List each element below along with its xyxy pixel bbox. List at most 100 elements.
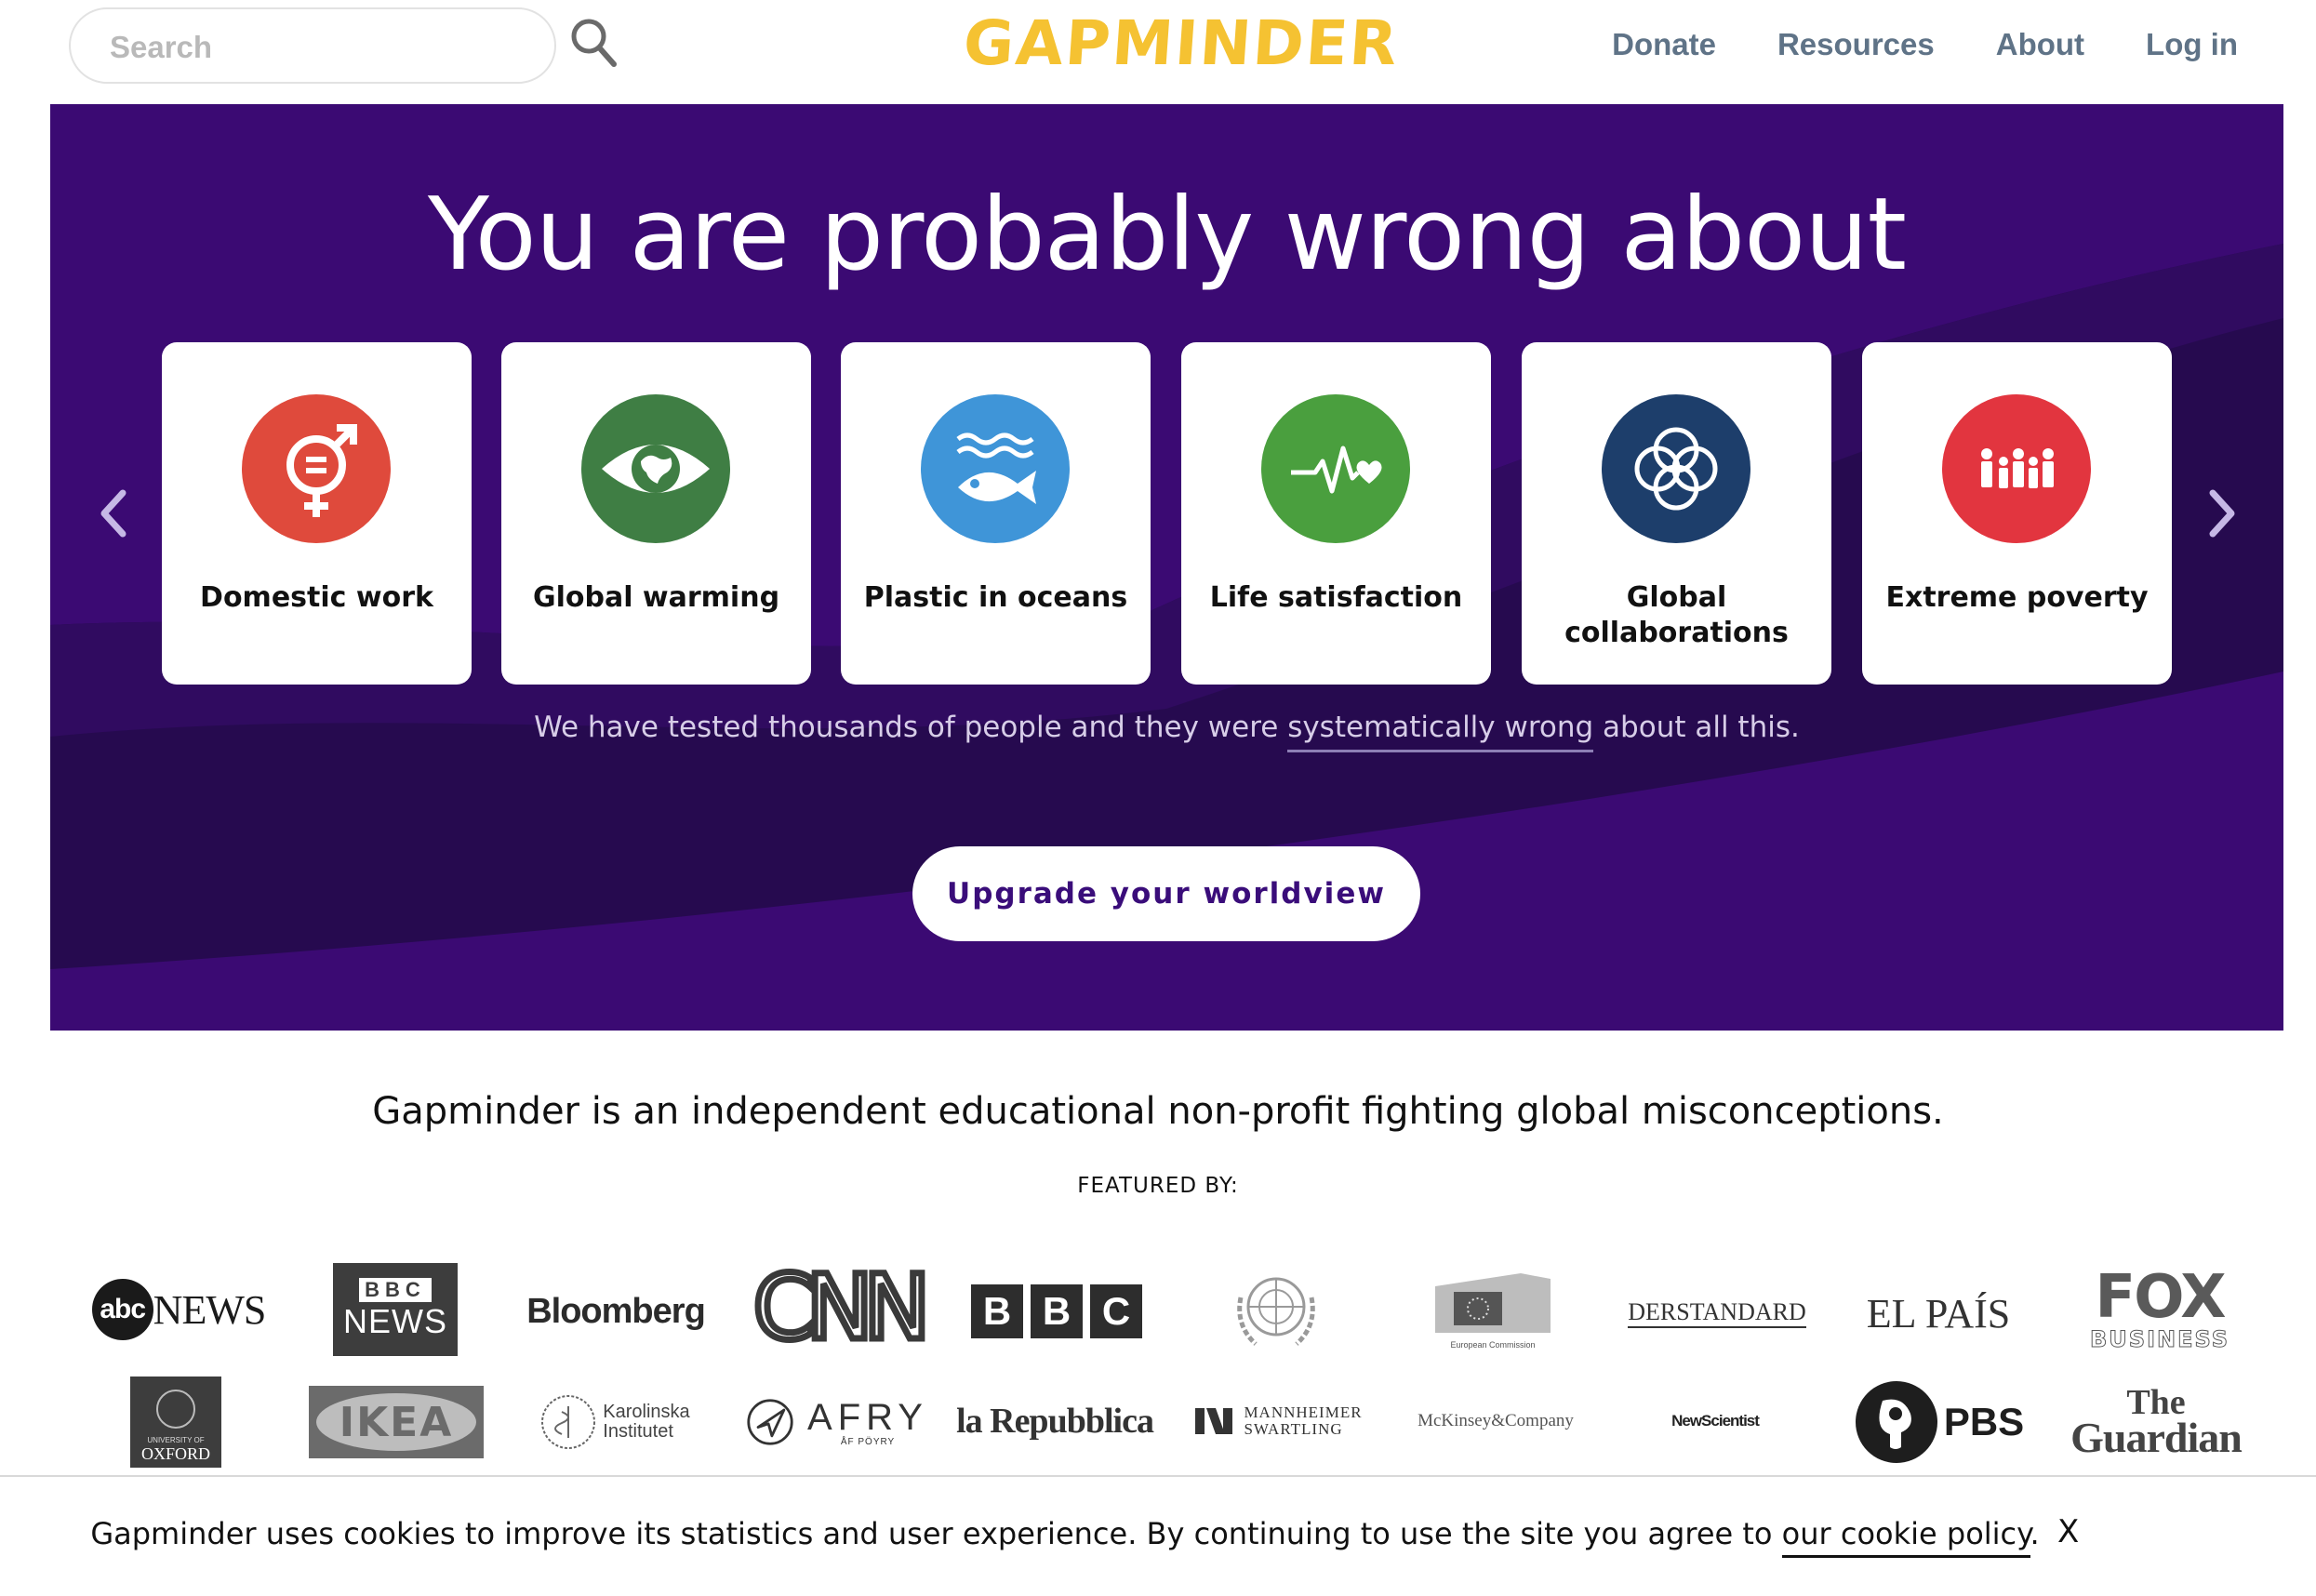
topic-card-extreme-poverty[interactable]: Extreme poverty — [1862, 342, 2172, 685]
un-emblem-icon — [1237, 1277, 1315, 1346]
card-label: Global collaborations — [1564, 581, 1789, 649]
card-label: Extreme poverty — [1885, 581, 2149, 614]
logo-united-nations[interactable] — [1218, 1259, 1334, 1358]
oxford-crest-icon — [156, 1390, 195, 1429]
ec-caption: European Commission — [1450, 1340, 1536, 1350]
hero-tagline: We have tested thousands of people and t… — [50, 711, 2283, 752]
nav-login[interactable]: Log in — [2146, 22, 2238, 67]
logo-bloomberg[interactable]: Bloomberg — [526, 1283, 706, 1339]
oxford-word: OXFORD — [140, 1444, 210, 1463]
mannheimer-line2: SWARTLING — [1244, 1420, 1343, 1438]
bloomberg-word: Bloomberg — [526, 1291, 706, 1331]
elpais-word: EL PAÍS — [1866, 1290, 2011, 1337]
logo-la-repubblica[interactable]: la Repubblica — [956, 1395, 1154, 1447]
karolinska-line2: Institutet — [603, 1421, 673, 1442]
mannheimer-text: MANNHEIMER SWARTLING — [1244, 1404, 1362, 1438]
card-label: Global warming — [532, 581, 780, 614]
karolinska-seal-icon — [541, 1395, 596, 1449]
afry-word: AFRY — [807, 1396, 928, 1438]
bbc-block: B — [971, 1284, 1023, 1338]
logo-bbc-news[interactable]: BBC NEWS — [333, 1263, 458, 1356]
climate-eye-icon — [581, 394, 730, 543]
family-icon — [1942, 394, 2091, 543]
newscientist-word: NewScientist — [1671, 1412, 1760, 1430]
logo-pbs[interactable]: PBS — [1851, 1380, 2028, 1464]
nav-donate[interactable]: Donate — [1612, 22, 1716, 67]
bbc-block: B — [1031, 1284, 1083, 1338]
cnn-word: CNN — [750, 1256, 934, 1360]
logo-wordmark: GAPMINDER — [961, 7, 1402, 79]
repubblica-word: la Repubblica — [956, 1402, 1154, 1441]
mannheimer-line1: MANNHEIMER — [1244, 1403, 1363, 1421]
logo-abc-news[interactable]: abc NEWS — [86, 1274, 272, 1345]
search-icon[interactable] — [569, 17, 618, 69]
heartbeat-icon — [1261, 394, 1410, 543]
logo-bbc[interactable]: B B C — [967, 1283, 1146, 1339]
search-box[interactable] — [69, 7, 556, 84]
main-nav: Donate Resources About Log in — [1612, 22, 2238, 67]
logo-derstandard[interactable]: DERSTANDARD — [1626, 1291, 1808, 1336]
logo-ikea[interactable]: IKEA — [309, 1386, 484, 1458]
logo-guardian[interactable]: The Guardian — [2063, 1385, 2249, 1461]
guardian-word: Guardian — [2070, 1414, 2243, 1461]
fox-word: FOX — [2095, 1263, 2226, 1332]
karolinska-line1: Karolinska — [603, 1402, 690, 1422]
gender-equality-icon — [242, 394, 391, 543]
mckinsey-word: McKinsey&Company — [1418, 1411, 1574, 1430]
logo-cnn[interactable]: CNN — [744, 1256, 934, 1360]
bbc-news-bottom: NEWS — [343, 1302, 447, 1340]
nav-resources[interactable]: Resources — [1777, 22, 1935, 67]
tagline-link[interactable]: systematically wrong — [1287, 711, 1594, 752]
fox-business-word: BUSINESS — [2090, 1326, 2229, 1352]
card-label: Domestic work — [200, 581, 433, 614]
logo-mannheimer-swartling[interactable]: MANNHEIMER SWARTLING — [1187, 1395, 1369, 1447]
topic-card-life-satisfaction[interactable]: Life satisfaction — [1181, 342, 1491, 685]
ikea-oval: IKEA — [316, 1393, 476, 1451]
afry-text: AFRY ÅF PÖYRY — [807, 1398, 928, 1447]
cookie-text: Gapminder uses cookies to improve its st… — [90, 1516, 1782, 1551]
logo-afry[interactable]: AFRY ÅF PÖYRY — [746, 1391, 928, 1453]
logo-karolinska[interactable]: Karolinska Institutet — [538, 1390, 692, 1455]
logo-mckinsey[interactable]: McKinsey&Company — [1404, 1401, 1587, 1442]
upgrade-worldview-button[interactable]: Upgrade your worldview — [912, 846, 1420, 941]
search-input[interactable] — [108, 26, 521, 69]
rings-icon — [1602, 394, 1750, 543]
topic-card-domestic-work[interactable]: Domestic work — [162, 342, 472, 685]
card-label: Life satisfaction — [1209, 581, 1463, 614]
logo-newscientist[interactable]: NewScientist — [1624, 1403, 1806, 1440]
hero-banner: You are probably wrong about Domestic wo… — [50, 104, 2283, 1031]
cookie-policy-link[interactable]: our cookie policy — [1781, 1516, 2030, 1558]
site-header: GAPMINDER Donate Resources About Log in — [0, 0, 2316, 104]
topic-card-global-collaborations[interactable]: Global collaborations — [1522, 342, 1831, 685]
tagline-text-end: about all this. — [1593, 711, 1800, 744]
cookie-message: Gapminder uses cookies to improve its st… — [0, 1516, 2130, 1558]
nav-about[interactable]: About — [1996, 22, 2084, 67]
topic-card-global-warming[interactable]: Global warming — [501, 342, 811, 685]
hero-title: You are probably wrong about — [427, 177, 1907, 293]
oxford-small: UNIVERSITY OF — [147, 1436, 205, 1444]
pbs-head-icon — [1855, 1381, 1937, 1463]
topic-card-plastic-in-oceans[interactable]: Plastic in oceans — [841, 342, 1151, 685]
logo-european-commission[interactable]: European Commission — [1423, 1261, 1563, 1356]
bbc-block: C — [1090, 1284, 1142, 1338]
derstandard-word: DERSTANDARD — [1628, 1298, 1806, 1328]
logo-fox-business[interactable]: FOX BUSINESS — [2069, 1265, 2251, 1354]
afry-mark-icon — [747, 1399, 793, 1445]
gapminder-logo[interactable]: GAPMINDER — [961, 7, 1401, 79]
logo-oxford[interactable]: UNIVERSITY OF OXFORD — [130, 1377, 221, 1468]
mission-statement: Gapminder is an independent educational … — [372, 1090, 1944, 1133]
carousel-prev-icon[interactable] — [95, 485, 132, 541]
fish-icon — [921, 394, 1070, 543]
ec-building-icon — [1435, 1273, 1551, 1333]
card-label: Plastic in oceans — [863, 581, 1128, 614]
featured-by-label: FEATURED BY: — [1077, 1174, 1239, 1198]
tagline-text: We have tested thousands of people and t… — [534, 711, 1288, 744]
cookie-close-button[interactable]: X — [2052, 1512, 2084, 1551]
mannheimer-mark-icon — [1195, 1408, 1233, 1434]
pbs-word: PBS — [1943, 1400, 2025, 1443]
carousel-next-icon[interactable] — [2203, 485, 2241, 541]
karolinska-text: Karolinska Institutet — [603, 1403, 689, 1442]
cookie-text-end: . — [2030, 1516, 2040, 1551]
abc-news-word: NEWS — [153, 1286, 267, 1333]
logo-el-pais[interactable]: EL PAÍS — [1847, 1283, 2030, 1343]
